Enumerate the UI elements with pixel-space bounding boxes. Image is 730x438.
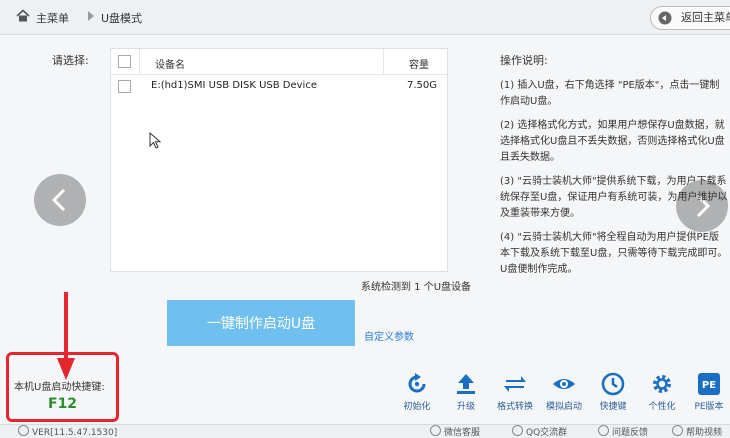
svg-text:PE: PE	[702, 380, 716, 391]
breadcrumb-separator-icon	[88, 11, 94, 21]
wechat-icon	[430, 425, 441, 436]
column-header-device: 设备名	[155, 60, 185, 71]
toolbar-personalize[interactable]: 个性化	[639, 372, 685, 416]
table-row[interactable]: E:(hd1)SMI USB DISK USB Device 7.50G	[111, 76, 447, 96]
instruction-step-2: (2) 选择格式化方式，如果用户想保存U盘数据，就选择格式化U盘且不丢失数据，否…	[500, 120, 725, 163]
instruction-step-1: (1) 插入U盘，右下角选择 "PE版本"，点击一键制作启动U盘。	[500, 80, 720, 107]
hotkey-label: 本机U盘启动快捷键:	[14, 382, 105, 393]
upload-icon	[457, 374, 475, 394]
previous-arrow-button[interactable]	[34, 174, 86, 226]
toolbar-upgrade[interactable]: 升级	[443, 372, 489, 416]
device-name: E:(hd1)SMI USB DISK USB Device	[151, 80, 317, 91]
instruction-step-4: (4) "云骑士装机大师"将全程自动为用户提供PE版本下载及系统下载至U盘，只需…	[500, 232, 728, 275]
custom-params-link[interactable]: 自定义参数	[364, 328, 414, 343]
toolbar-initialize[interactable]: 初始化	[394, 372, 440, 416]
eye-icon	[553, 379, 575, 389]
feedback-link[interactable]: 问题反馈	[598, 425, 648, 438]
toolbar-label: 格式转换	[496, 402, 533, 412]
instruction-step-3: (3) "云骑士装机大师"提供系统下载，为用户下载系统保存至U盘，保证用户有系统…	[500, 176, 728, 219]
device-detect-status: 系统检测到 1 个U盘设备	[361, 282, 472, 293]
help-icon	[672, 425, 683, 436]
toolbar-label: PE版本	[694, 402, 724, 412]
table-header: 设备名 容量	[111, 49, 447, 75]
toolbar-format-convert[interactable]: 格式转换	[492, 372, 538, 416]
status-bar: VER[11.5.47.1530] 微信客服 QQ交流群 问题反馈 帮助视频	[0, 424, 730, 438]
gear-icon	[653, 375, 671, 393]
mouse-cursor-icon	[149, 132, 162, 149]
device-table: 设备名 容量 E:(hd1)SMI USB DISK USB Device 7.…	[110, 48, 448, 272]
toolbar-pe-version[interactable]: PE PE版本	[686, 372, 730, 416]
feedback-icon	[598, 425, 609, 436]
toolbar-simulate-boot[interactable]: 模拟启动	[541, 372, 587, 416]
column-divider	[139, 49, 140, 74]
keyboard-icon	[601, 372, 625, 396]
pe-icon: PE	[698, 373, 720, 395]
help-video-link[interactable]: 帮助视频	[672, 425, 722, 438]
select-label: 请选择:	[52, 54, 89, 67]
column-divider	[383, 49, 384, 74]
toolbar-label: 升级	[456, 402, 475, 412]
toolbar-label: 初始化	[403, 402, 431, 412]
make-boot-usb-button[interactable]: 一键制作启动U盘	[167, 300, 355, 346]
hotkey-value: F12	[48, 396, 78, 412]
back-button-label: 返回主菜单	[681, 11, 730, 24]
version-label: VER[11.5.47.1530]	[18, 425, 117, 438]
breadcrumb-home[interactable]: 主菜单	[36, 10, 69, 26]
qq-icon	[512, 425, 523, 436]
refresh-icon	[408, 373, 426, 393]
convert-icon	[504, 376, 526, 392]
chevron-left-icon	[51, 188, 66, 212]
back-to-main-menu-button[interactable]: 返回主菜单	[650, 6, 730, 30]
column-header-capacity: 容量	[409, 60, 429, 71]
select-all-checkbox[interactable]	[118, 55, 131, 68]
wechat-support-link[interactable]: 微信客服	[430, 425, 480, 438]
home-icon[interactable]	[16, 9, 30, 23]
toolbar-label: 快捷键	[599, 402, 627, 412]
back-arrow-icon	[658, 11, 672, 25]
breadcrumb-current: U盘模式	[101, 12, 143, 25]
top-bar: 主菜单 U盘模式 返回主菜单	[0, 0, 730, 35]
instructions-title: 操作说明:	[500, 54, 548, 67]
toolbar-hotkey[interactable]: 快捷键	[590, 372, 636, 416]
device-capacity: 7.50G	[407, 80, 438, 91]
toolbar-label: 个性化	[648, 402, 676, 412]
toolbar-label: 模拟启动	[545, 402, 582, 412]
version-icon	[18, 425, 29, 436]
row-checkbox[interactable]	[118, 80, 131, 93]
qq-group-link[interactable]: QQ交流群	[512, 425, 567, 438]
